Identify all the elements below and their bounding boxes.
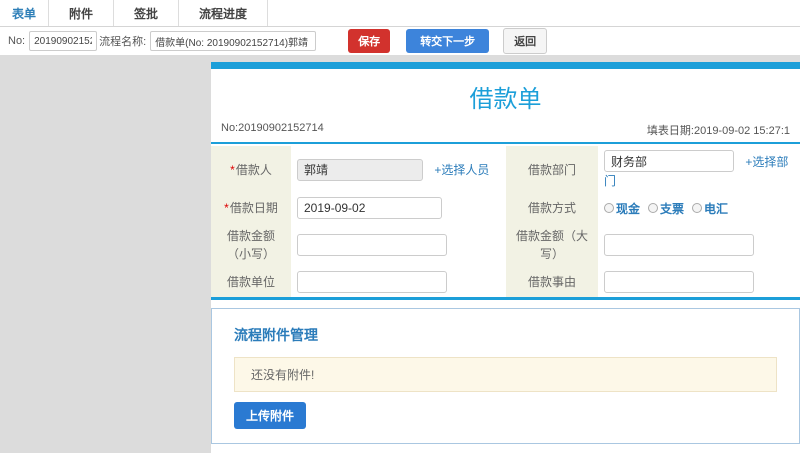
loan-method-field-cell: 现金 支票 电汇 xyxy=(598,193,800,223)
radio-cash-label[interactable]: 现金 xyxy=(616,200,640,217)
amount-lower-field-cell xyxy=(291,223,506,267)
loan-reason-label: 借款事由 xyxy=(527,275,576,289)
save-button[interactable]: 保存 xyxy=(348,29,391,53)
form-meta-row: No:20190902152714 填表日期:2019-09-02 15:27:… xyxy=(211,122,800,144)
table-row: *借款人 +选择人员 借款部门 +选择部门 xyxy=(211,146,800,193)
borrower-label: 借款人 xyxy=(235,162,272,177)
process-name-label: 流程名称: xyxy=(99,36,147,48)
tab-bar: 表单 附件 签批 流程进度 xyxy=(0,0,800,27)
tab-process-progress[interactable]: 流程进度 xyxy=(179,0,269,26)
tab-attachment[interactable]: 附件 xyxy=(49,0,115,26)
required-marker: * xyxy=(224,201,229,215)
required-marker: * xyxy=(230,162,235,177)
tab-approval[interactable]: 签批 xyxy=(114,0,180,26)
form-bottom-accent-border xyxy=(211,297,800,300)
loan-unit-input[interactable] xyxy=(297,271,447,293)
loan-date-input[interactable] xyxy=(297,197,442,219)
attachment-section-title: 流程附件管理 xyxy=(234,327,318,343)
radio-wire-transfer[interactable]: 电汇 xyxy=(692,200,728,217)
no-input[interactable] xyxy=(29,31,98,51)
radio-cheque-label[interactable]: 支票 xyxy=(660,200,684,217)
amount-upper-label-cell: 借款金额（大写） xyxy=(506,223,598,267)
action-toolbar: No: 流程名称: 保存 转交下一步 返回 xyxy=(0,27,800,55)
department-label: 借款部门 xyxy=(527,162,576,177)
radio-cheque[interactable]: 支票 xyxy=(648,200,684,217)
table-row: 借款单位 借款事由 xyxy=(211,267,800,297)
borrower-input[interactable] xyxy=(297,158,423,181)
select-person-link[interactable]: +选择人员 xyxy=(434,163,489,177)
loan-form-panel: 借款单 No:20190902152714 填表日期:2019-09-02 15… xyxy=(211,62,800,453)
amount-upper-field-cell xyxy=(598,223,800,267)
loan-date-label: 借款日期 xyxy=(229,201,278,215)
process-name-input[interactable] xyxy=(150,31,317,51)
back-button[interactable]: 返回 xyxy=(503,28,548,54)
amount-lower-input[interactable] xyxy=(297,234,447,256)
fill-date: 填表日期:2019-09-02 15:27:1 xyxy=(646,125,790,137)
department-input[interactable] xyxy=(604,150,734,172)
radio-icon[interactable] xyxy=(604,203,614,213)
loan-reason-label-cell: 借款事由 xyxy=(506,267,598,297)
page-background: 借款单 No:20190902152714 填表日期:2019-09-02 15… xyxy=(0,55,800,453)
panel-top-accent-bar xyxy=(211,62,800,69)
department-field-cell: +选择部门 xyxy=(598,146,800,193)
loan-reason-field-cell xyxy=(598,267,800,297)
radio-icon[interactable] xyxy=(648,203,659,213)
attachment-section: 流程附件管理 还没有附件! 上传附件 xyxy=(211,308,800,444)
no-label: No: xyxy=(8,35,26,47)
department-label-cell: 借款部门 xyxy=(506,146,598,193)
borrower-label-cell: *借款人 xyxy=(211,146,291,193)
loan-method-label: 借款方式 xyxy=(527,201,576,215)
radio-icon[interactable] xyxy=(692,203,703,213)
radio-wire-transfer-label[interactable]: 电汇 xyxy=(704,200,728,217)
no-attachment-alert: 还没有附件! xyxy=(234,357,777,392)
amount-upper-label: 借款金额（大写） xyxy=(515,229,588,261)
loan-date-label-cell: *借款日期 xyxy=(211,193,291,223)
form-title: 借款单 xyxy=(469,86,542,113)
loan-date-field-cell xyxy=(291,193,506,223)
table-row: 借款金额（小写） 借款金额（大写） xyxy=(211,223,800,267)
loan-unit-field-cell xyxy=(291,267,506,297)
amount-lower-label: 借款金额（小写） xyxy=(226,229,275,261)
table-row: *借款日期 借款方式 现金 支票 xyxy=(211,193,800,223)
loan-method-label-cell: 借款方式 xyxy=(506,193,598,223)
forward-next-step-button[interactable]: 转交下一步 xyxy=(406,29,490,53)
loan-form-table: *借款人 +选择人员 借款部门 +选择部门 *借款日期 xyxy=(211,146,800,297)
radio-cash[interactable]: 现金 xyxy=(604,200,640,217)
loan-unit-label-cell: 借款单位 xyxy=(211,267,291,297)
form-number: No:20190902152714 xyxy=(221,122,324,134)
tab-form[interactable]: 表单 xyxy=(0,0,50,26)
borrower-field-cell: +选择人员 xyxy=(291,146,506,193)
amount-upper-input[interactable] xyxy=(604,234,754,256)
loan-unit-label: 借款单位 xyxy=(226,275,275,289)
amount-lower-label-cell: 借款金额（小写） xyxy=(211,223,291,267)
loan-method-radio-group: 现金 支票 电汇 xyxy=(604,200,794,217)
upload-attachment-button[interactable]: 上传附件 xyxy=(234,402,307,429)
loan-reason-input[interactable] xyxy=(604,271,754,293)
